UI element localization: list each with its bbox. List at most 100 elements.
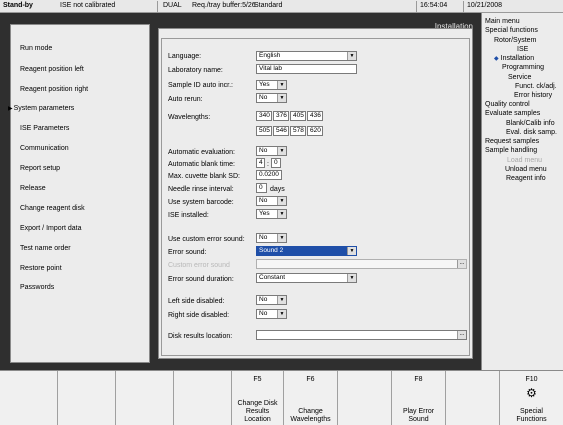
blank-time-separator: : [267,161,269,168]
nav-eval-disk-samp[interactable]: Eval. disk samp. [506,129,557,136]
error-sound-select[interactable]: Sound 2 ▼ [256,246,357,256]
barcode-select[interactable]: No ▼ [256,196,287,206]
nav-quality-control[interactable]: Quality control [485,101,530,108]
chevron-down-icon: ▼ [277,234,286,242]
nav-funct-ck-adj[interactable]: Funct. ck/adj. [515,83,557,90]
nav-service[interactable]: Service [508,74,531,81]
f10-button[interactable]: F10 ⚙ Special Functions [500,371,563,425]
nav-request-samples[interactable]: Request samples [485,138,539,145]
max-cuvette-label: Max. cuvette blank SD: [168,173,240,180]
ise-installed-select[interactable]: Yes ▼ [256,209,287,219]
status-time: 16:54:04 [420,2,448,9]
browse-button[interactable]: ... [457,260,466,268]
menu-item-export-import-data[interactable]: Export / Import data [20,225,81,232]
menu-item-communication[interactable]: Communication [20,145,69,152]
chevron-down-icon: ▼ [277,310,286,318]
menu-item-ise-parameters[interactable]: ISE Parameters [20,125,69,132]
menu-item-run-mode[interactable]: Run mode [20,45,52,52]
installation-menu [10,24,150,363]
wavelength-input[interactable]: 620 [307,126,323,136]
auto-rerun-label: Auto rerun: [168,96,203,103]
chevron-down-icon: ▼ [347,52,356,60]
disk-results-input[interactable]: ... [256,330,467,340]
lab-name-input[interactable]: Vital lab [256,64,357,74]
browse-button[interactable]: ... [457,331,466,339]
auto-eval-select[interactable]: No ▼ [256,146,287,156]
barcode-label: Use system barcode: [168,199,234,206]
needle-rinse-unit: days [270,186,285,193]
right-side-select[interactable]: No ▼ [256,309,287,319]
menu-item-test-name-order[interactable]: Test name order [20,245,71,252]
auto-eval-label: Automatic evaluation: [168,149,235,156]
status-buffer: Req./tray buffer:5/26 [192,2,256,9]
chevron-down-icon: ▼ [347,274,356,282]
sample-id-label: Sample ID auto incr.: [168,82,233,89]
wavelength-input[interactable]: 546 [273,126,289,136]
menu-item-release[interactable]: Release [20,185,46,192]
wavelength-input[interactable]: 578 [290,126,306,136]
custom-error-sound-input[interactable]: ... [256,259,467,269]
wavelength-input[interactable]: 505 [256,126,272,136]
nav-rotor-system[interactable]: Rotor/System [494,37,536,44]
disk-results-label: Disk results location: [168,333,233,340]
wavelength-input[interactable]: 340 [256,111,272,121]
language-select[interactable]: English ▼ [256,51,357,61]
error-sound-label: Error sound: [168,249,207,256]
chevron-down-icon: ▼ [277,147,286,155]
sound-duration-label: Error sound duration: [168,276,234,283]
menu-item-change-reagent-disk[interactable]: Change reagent disk [20,205,85,212]
nav-ise[interactable]: ISE [517,46,528,53]
wavelength-input[interactable]: 405 [290,111,306,121]
left-side-select[interactable]: No ▼ [256,295,287,305]
wavelengths-label: Wavelengths: [168,114,211,121]
blank-time-hours-input[interactable]: 4 [256,158,265,168]
status-standard: Standard [254,2,283,9]
function-key-bar: F5 Change Disk Results Location F6 Chang… [0,370,563,425]
blank-time-label: Automatic blank time: [168,161,235,168]
status-dual: DUAL [163,2,182,9]
menu-item-report-setup[interactable]: Report setup [20,165,60,172]
nav-evaluate-samples[interactable]: Evaluate samples [485,110,540,117]
nav-error-history[interactable]: Error history [514,92,552,99]
auto-rerun-select[interactable]: No ▼ [256,93,287,103]
lab-name-label: Laboratory name: [168,67,223,74]
custom-sound-label: Use custom error sound: [168,236,245,243]
wavelength-input[interactable]: 376 [273,111,289,121]
f5-button[interactable]: F5 Change Disk Results Location [232,371,284,425]
chevron-down-icon: ▼ [277,94,286,102]
wavelength-input[interactable]: 436 [307,111,323,121]
nav-main-menu[interactable]: Main menu [485,18,520,25]
menu-item-restore-point[interactable]: Restore point [20,265,62,272]
f8-button[interactable]: F8 Play Error Sound [392,371,446,425]
chevron-down-icon: ▼ [347,247,356,255]
nav-load-menu: Load menu [507,157,543,164]
nav-reagent-info[interactable]: Reagent info [506,175,546,182]
chevron-down-icon: ▼ [277,296,286,304]
custom-sound-select[interactable]: No ▼ [256,233,287,243]
menu-item-passwords[interactable]: Passwords [20,284,54,291]
chevron-down-icon: ▼ [277,210,286,218]
max-cuvette-input[interactable]: 0.0200 [256,170,282,180]
nav-special-functions[interactable]: Special functions [485,27,538,34]
status-ise: ISE not calibrated [60,2,116,9]
sound-duration-select[interactable]: Constant ▼ [256,273,357,283]
nav-unload-menu[interactable]: Unload menu [505,166,547,173]
left-side-label: Left side disabled: [168,298,225,305]
custom-error-sound-label: Custom error sound [168,262,230,269]
nav-programming[interactable]: Programming [502,64,544,71]
menu-item-reagent-position-right[interactable]: Reagent position right [20,86,88,93]
blank-time-minutes-input[interactable]: 0 [271,158,281,168]
sample-id-select[interactable]: Yes ▼ [256,80,287,90]
needle-rinse-input[interactable]: 0 [256,183,267,193]
nav-sample-handling[interactable]: Sample handling [485,147,537,154]
language-label: Language: [168,53,202,60]
f6-button[interactable]: F6 Change Wavelengths [284,371,338,425]
chevron-down-icon: ▼ [277,197,286,205]
nav-installation[interactable]: Installation [494,55,534,62]
gears-icon: ⚙ [526,386,537,400]
nav-blank-calib-info[interactable]: Blank/Calib info [506,120,555,127]
chevron-down-icon: ▼ [277,81,286,89]
menu-item-system-parameters[interactable]: System parameters [8,105,75,112]
menu-item-reagent-position-left[interactable]: Reagent position left [20,66,84,73]
status-mode: Stand-by [3,2,33,9]
